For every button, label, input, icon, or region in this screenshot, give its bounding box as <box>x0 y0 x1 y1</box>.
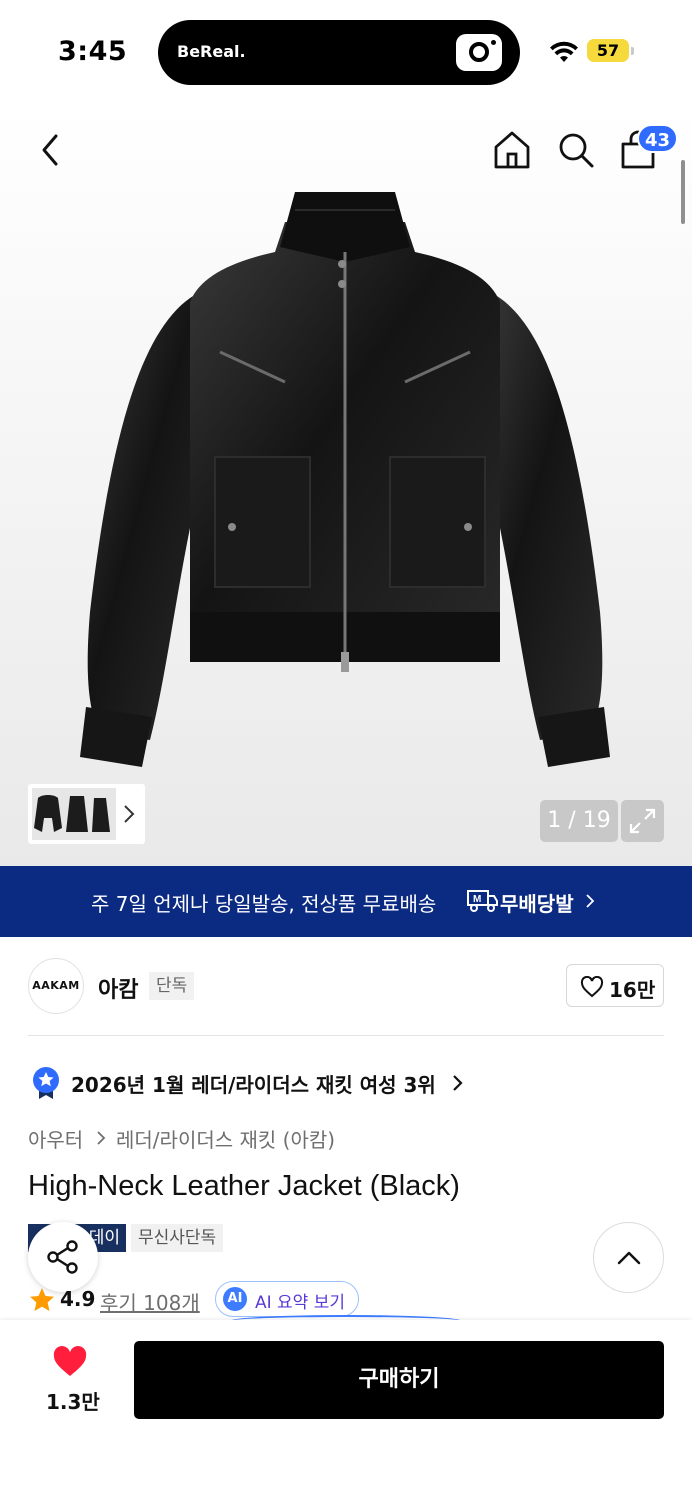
brand-exclusive-tag: 단독 <box>149 972 195 1000</box>
cart-count-badge: 43 <box>637 124 679 153</box>
chevron-right-icon <box>97 1131 106 1145</box>
camera-icon <box>456 34 502 71</box>
search-icon[interactable] <box>556 130 596 170</box>
ai-summary-label: AI 요약 보기 <box>255 1293 346 1313</box>
buy-button[interactable]: 구매하기 <box>134 1341 664 1419</box>
ai-summary-button[interactable]: AI AI 요약 보기 <box>215 1281 359 1317</box>
battery-tip <box>631 47 634 55</box>
product-image <box>80 192 610 767</box>
brand-like-button[interactable]: 16만 <box>566 964 664 1007</box>
exclusive-badge: 무신사단독 <box>131 1224 224 1252</box>
scroll-to-top-button[interactable] <box>593 1222 664 1293</box>
battery-indicator: 57 <box>587 39 629 62</box>
category-level-2[interactable]: 레더/라이더스 재킷 (아캄) <box>116 1124 335 1153</box>
heart-filled-icon[interactable] <box>52 1346 88 1378</box>
thumbnail-image[interactable] <box>32 788 116 840</box>
chevron-up-icon <box>617 1251 641 1265</box>
product-gallery[interactable]: 43 1 / 19 <box>0 104 692 866</box>
divider <box>28 1035 664 1036</box>
banner-brand: 무배당발 <box>500 892 574 916</box>
chevron-right-icon[interactable] <box>123 804 135 824</box>
brand-like-count: 16만 <box>609 978 656 1002</box>
rating-value: 4.9 <box>60 1287 96 1311</box>
star-icon <box>30 1288 54 1311</box>
product-like-count: 1.3만 <box>46 1390 100 1414</box>
banner-text: 주 7일 언제나 당일발송, 전상품 무료배송 <box>91 892 437 916</box>
bottom-action-bar: 1.3만 구매하기 <box>0 1320 692 1500</box>
chevron-right-icon <box>586 894 595 908</box>
status-bar: 3:45 BeReal. 57 <box>0 0 692 104</box>
heart-outline-icon <box>580 976 604 998</box>
thumbnail-strip[interactable] <box>28 784 145 844</box>
ranking-medal-icon <box>33 1067 59 1099</box>
category-level-1[interactable]: 아우터 <box>28 1124 83 1153</box>
image-counter: 1 / 19 <box>540 800 618 842</box>
back-icon[interactable] <box>36 132 66 168</box>
delivery-banner[interactable]: 주 7일 언제나 당일발송, 전상품 무료배송 M 무배당발 <box>0 866 692 937</box>
share-icon <box>47 1240 78 1274</box>
brand-logo[interactable]: AAKAM <box>28 958 84 1014</box>
wifi-icon <box>550 41 578 62</box>
delivery-truck-icon: M <box>467 890 498 912</box>
expand-button[interactable] <box>621 800 664 842</box>
expand-icon <box>629 808 656 834</box>
ai-badge-icon: AI <box>223 1287 247 1311</box>
home-icon[interactable] <box>492 130 532 170</box>
island-app-label: BeReal. <box>177 42 246 61</box>
brand-name[interactable]: 아캄 <box>98 972 138 1004</box>
status-time: 3:45 <box>58 36 128 67</box>
chevron-right-icon[interactable] <box>452 1074 464 1092</box>
share-button[interactable] <box>28 1222 98 1292</box>
scroll-indicator <box>681 160 685 224</box>
reviews-link[interactable]: 후기 108개 <box>100 1287 200 1316</box>
ranking-text[interactable]: 2026년 1월 레더/라이더스 재킷 여성 3위 <box>71 1069 436 1098</box>
svg-text:M: M <box>473 894 481 905</box>
product-title: High-Neck Leather Jacket (Black) <box>28 1170 460 1202</box>
dynamic-island[interactable]: BeReal. <box>158 20 520 85</box>
